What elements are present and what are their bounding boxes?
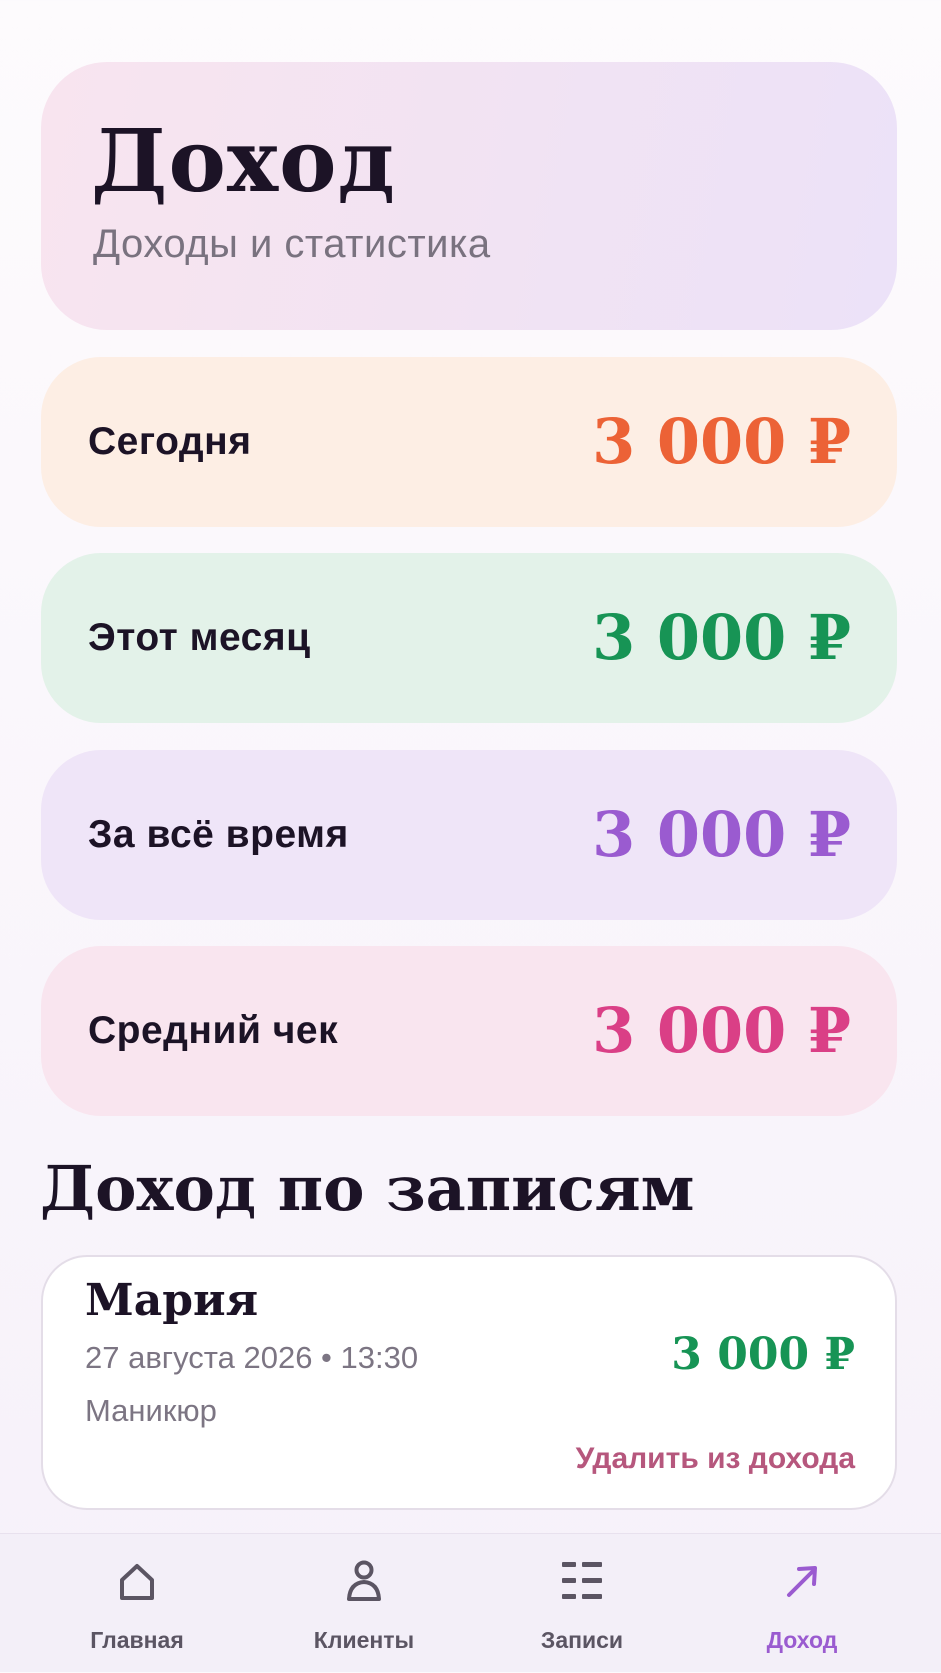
remove-from-income-button[interactable]: Удалить из дохода: [576, 1442, 855, 1476]
nav-item-records[interactable]: Записи: [467, 1534, 697, 1673]
stat-value: 3 000 ₽: [592, 405, 851, 478]
nav-label-clients: Клиенты: [313, 1627, 415, 1653]
stat-label: Средний чек: [88, 1009, 339, 1052]
record-amount: 3 000 ₽: [671, 1329, 855, 1380]
nav-item-home[interactable]: Главная: [22, 1534, 252, 1673]
stat-card-average-check: Средний чек 3 000 ₽: [41, 946, 897, 1116]
stat-label: За всё время: [88, 813, 349, 856]
header-card: Доход Доходы и статистика: [41, 62, 897, 330]
list-icon: [467, 1554, 697, 1608]
income-record-card: Мария 27 августа 2026 • 13:30 Маникюр 3 …: [41, 1255, 897, 1510]
trend-arrow-icon: [687, 1554, 917, 1608]
nav-label-records: Записи: [540, 1627, 624, 1653]
bottom-navigation: Главная Клиенты Записи Доход: [0, 1533, 941, 1672]
section-title: Доход по записям: [40, 1152, 695, 1225]
nav-item-income[interactable]: Доход: [687, 1534, 917, 1673]
page-title: Доход: [91, 111, 396, 212]
nav-item-clients[interactable]: Клиенты: [249, 1534, 479, 1673]
stat-card-month: Этот месяц 3 000 ₽: [41, 553, 897, 723]
stat-label: Сегодня: [88, 420, 252, 463]
person-icon: [249, 1554, 479, 1608]
nav-label-income: Доход: [766, 1627, 838, 1653]
stat-card-today: Сегодня 3 000 ₽: [41, 357, 897, 527]
stat-label: Этот месяц: [88, 616, 311, 659]
stat-value: 3 000 ₽: [592, 994, 851, 1067]
client-name: Мария: [85, 1275, 259, 1326]
page-subtitle: Доходы и статистика: [93, 222, 491, 266]
record-service: Маникюр: [85, 1393, 217, 1428]
stat-card-all-time: За всё время 3 000 ₽: [41, 750, 897, 920]
stat-value: 3 000 ₽: [592, 798, 851, 871]
record-datetime: 27 августа 2026 • 13:30: [85, 1340, 419, 1375]
home-icon: [22, 1554, 252, 1608]
stat-value: 3 000 ₽: [592, 601, 851, 674]
nav-label-home: Главная: [90, 1627, 184, 1653]
